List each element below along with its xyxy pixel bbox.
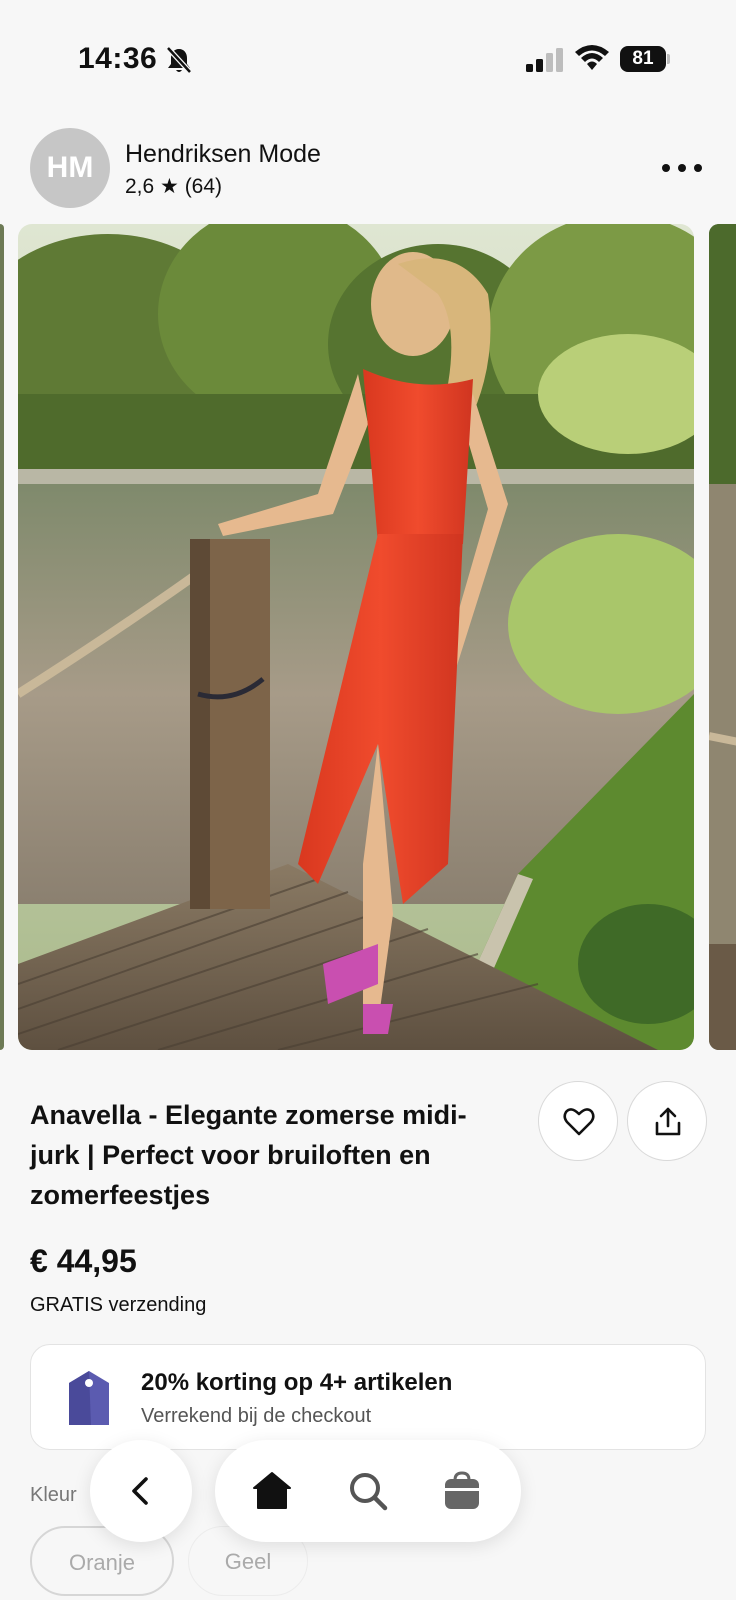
home-icon [253, 1472, 291, 1509]
search-icon [350, 1473, 388, 1511]
product-photo-illustration [18, 224, 694, 1050]
next-image-illustration [709, 224, 736, 1050]
product-photo[interactable] [18, 224, 694, 1050]
more-options-button[interactable] [658, 150, 706, 186]
battery-tip [667, 54, 670, 64]
status-time: 14:36 [78, 42, 158, 75]
cart-icon [445, 1471, 479, 1509]
next-image-peek[interactable] [709, 224, 736, 1050]
battery-indicator: 81 [620, 46, 670, 72]
wifi-icon [575, 45, 609, 70]
nav-home[interactable] [251, 1470, 293, 1512]
bottom-navigation [215, 1440, 521, 1542]
product-price: € 44,95 [30, 1243, 137, 1279]
nav-search[interactable] [347, 1470, 389, 1512]
shop-rating: 2,6 ★ (64) [125, 175, 223, 198]
promo-subtitle: Verrekend bij de checkout [141, 1405, 372, 1427]
nav-cart[interactable] [441, 1470, 483, 1512]
shop-header: HM Hendriksen Mode 2,6 ★ (64) [30, 128, 706, 208]
battery-level: 81 [620, 46, 666, 72]
product-image-carousel[interactable] [0, 224, 736, 1050]
chevron-left-icon [132, 1477, 148, 1505]
previous-image-peek[interactable] [0, 224, 4, 1050]
promo-title: 20% korting op 4+ artikelen [141, 1369, 453, 1396]
back-button[interactable] [90, 1440, 192, 1542]
color-label: Kleur [30, 1484, 77, 1506]
share-icon [655, 1107, 681, 1136]
promo-banner[interactable]: 20% korting op 4+ artikelen Verrekend bi… [30, 1344, 706, 1450]
share-button[interactable] [627, 1081, 707, 1161]
price-tag-icon [69, 1371, 109, 1425]
status-bar: 14:36 81 [0, 0, 736, 100]
shop-avatar[interactable]: HM [30, 128, 110, 208]
shop-name[interactable]: Hendriksen Mode [125, 140, 321, 169]
heart-icon [563, 1108, 595, 1136]
bell-off-icon [166, 46, 192, 74]
favorite-button[interactable] [538, 1081, 618, 1161]
product-title: Anavella - Elegante zomerse midi-jurk | … [30, 1100, 467, 1210]
shipping-info: GRATIS verzending [30, 1294, 207, 1316]
signal-icon [526, 48, 563, 72]
